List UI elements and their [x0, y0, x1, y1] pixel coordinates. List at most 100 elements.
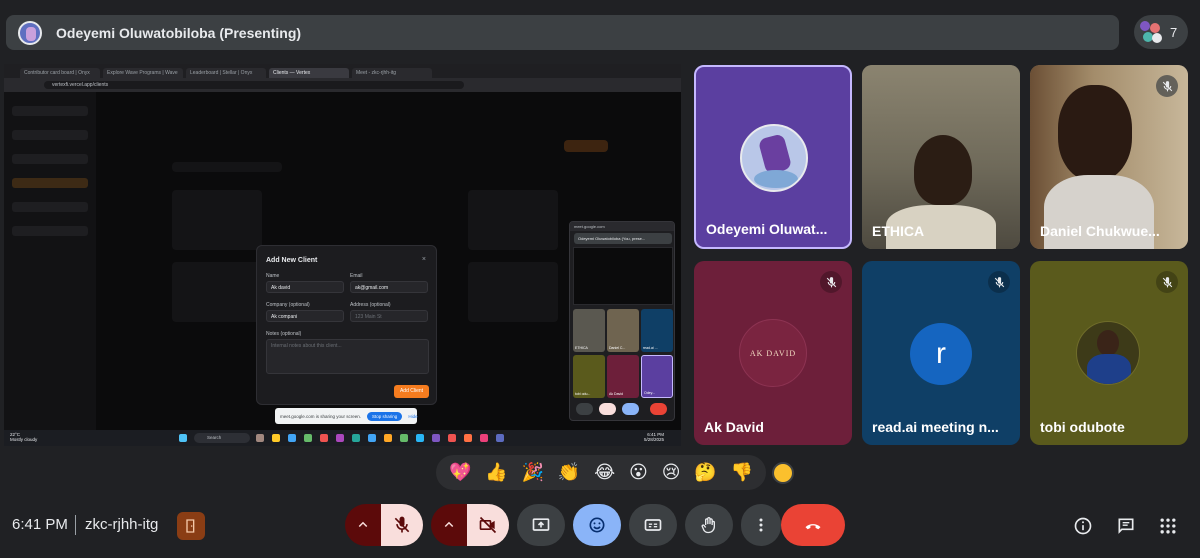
taskbar-clock: 6:41 PM 5/28/2025: [644, 432, 665, 442]
taskbar-app-icon: [336, 434, 344, 442]
add-client-modal: Add New Client × Name Ak david Email ak@…: [256, 245, 437, 405]
reaction-surprised[interactable]: 😮: [629, 462, 648, 483]
participant-avatar: [740, 124, 808, 192]
mic-off-icon: [394, 516, 410, 533]
mic-options-button[interactable]: [345, 504, 381, 546]
more-vert-icon: [759, 518, 763, 532]
participant-tile-odeyemi[interactable]: Odeyemi Oluwat...: [694, 65, 852, 249]
shared-screen: Contributor card board | Onyx Explore Wa…: [4, 64, 681, 446]
emoji-icon: [589, 517, 605, 533]
mic-off-indicator: [988, 271, 1010, 293]
captions-icon: [644, 519, 662, 531]
stop-sharing-button: Stop sharing: [367, 411, 403, 421]
participant-avatar: AK DAVID: [739, 319, 807, 387]
notes-field: Internal notes about this client...: [266, 339, 429, 374]
mic-toggle-button[interactable]: [381, 504, 423, 546]
taskbar-app-icon: [416, 434, 424, 442]
name-field: Ak david: [266, 281, 344, 293]
reaction-party[interactable]: 🎉: [522, 462, 544, 483]
reaction-laugh[interactable]: 😂: [594, 462, 615, 483]
sharing-toast: meet.google.com is sharing your screen. …: [275, 408, 418, 424]
participant-name: read.ai meeting n...: [872, 419, 999, 435]
taskbar-app-icon: [448, 434, 456, 442]
browser-tab: Leaderboard | Stellar | Onyx: [186, 68, 266, 78]
skin-tone-picker[interactable]: [772, 462, 794, 484]
camera-toggle-button[interactable]: [467, 504, 509, 546]
reaction-thumbs-down[interactable]: 👎: [731, 462, 753, 483]
participant-tile-readai[interactable]: r read.ai meeting n...: [862, 261, 1020, 445]
participant-avatar: [1076, 321, 1140, 385]
mini-tile: Daniel C...: [607, 309, 639, 352]
notes-label: Notes (optional): [266, 331, 302, 337]
reaction-thinking[interactable]: 🤔: [694, 462, 716, 483]
participant-tile-tobi[interactable]: tobi odubote: [1030, 261, 1188, 445]
ak-david-logo: AK DAVID: [749, 348, 797, 358]
windows-taskbar: 22°C Mostly cloudy Search 6:41 PM 5/28/2…: [4, 430, 681, 446]
company-field: Ak compani: [266, 310, 344, 322]
chat-icon: [1118, 518, 1134, 534]
raise-hand-icon: [701, 517, 715, 534]
mic-off-icon: [994, 276, 1004, 287]
participant-tile-ethica[interactable]: ETHICA: [862, 65, 1020, 249]
address-field: 123 Main St: [350, 310, 428, 322]
camera-control-group: [431, 504, 509, 546]
captions-button[interactable]: [629, 504, 677, 546]
present-screen-icon: [532, 518, 550, 531]
more-options-button[interactable]: [741, 504, 781, 546]
mic-control-group: [345, 504, 423, 546]
emoji-button[interactable]: [573, 504, 621, 546]
people-button[interactable]: 7: [1134, 15, 1188, 49]
mic-off-indicator: [1156, 75, 1178, 97]
meeting-clock: 6:41 PM: [12, 516, 68, 533]
mic-off-icon: [1162, 276, 1172, 287]
participant-name: ETHICA: [872, 223, 925, 239]
sharing-toast-text: meet.google.com is sharing your screen.: [280, 413, 362, 419]
call-end-icon: [805, 524, 821, 530]
mic-off-indicator: [1156, 271, 1178, 293]
presenting-banner[interactable]: Odeyemi Oluwatobiloba (Presenting): [6, 15, 1119, 50]
taskbar-search: Search: [194, 433, 250, 443]
info-icon: [1074, 517, 1092, 535]
address-label: Address (optional): [350, 302, 391, 308]
raise-hand-button[interactable]: [685, 504, 733, 546]
email-field: ak@gmail.com: [350, 281, 428, 293]
present-button[interactable]: [517, 504, 565, 546]
taskbar-app-icon: [288, 434, 296, 442]
participant-silhouette: [1058, 85, 1132, 181]
presenting-title: Odeyemi Oluwatobiloba (Presenting): [56, 24, 302, 41]
taskbar-app-icon: [304, 434, 312, 442]
chat-button[interactable]: [1115, 515, 1137, 537]
participant-avatar-letter: r: [910, 323, 972, 385]
end-call-button[interactable]: [781, 504, 845, 546]
browser-tab-strip: Contributor card board | Onyx Explore Wa…: [4, 64, 681, 78]
mini-meet-window: meet.google.com Odeyemi Oluwatobiloba (Y…: [569, 221, 675, 421]
door-icon[interactable]: [177, 512, 205, 540]
camera-options-button[interactable]: [431, 504, 467, 546]
meeting-info-button[interactable]: [1072, 515, 1094, 537]
taskbar-app-icon: [384, 434, 392, 442]
shared-app-sidebar: [4, 92, 96, 430]
participant-count: 7: [1170, 24, 1178, 40]
reaction-heart[interactable]: 💖: [449, 462, 471, 483]
taskbar-app-icon: [496, 434, 504, 442]
browser-tab: Contributor card board | Onyx: [20, 68, 100, 78]
participant-tile-daniel[interactable]: Daniel Chukwue...: [1030, 65, 1188, 249]
taskbar-app-icon: [368, 434, 376, 442]
taskbar-app-icon: [432, 434, 440, 442]
divider: [75, 515, 76, 535]
reaction-thumbs-up[interactable]: 👍: [485, 462, 507, 483]
mini-meet-presenting: Odeyemi Oluwatobiloba (You, prese...: [574, 233, 672, 244]
taskbar-app-icon: [480, 434, 488, 442]
reaction-clap[interactable]: 👏: [558, 462, 580, 483]
taskbar-app-icon: [464, 434, 472, 442]
modal-title: Add New Client: [266, 257, 318, 264]
add-client-button: Add Client: [394, 385, 429, 398]
participant-name: Ak David: [704, 419, 764, 435]
browser-tab: Explore Wave Programs | Wave: [103, 68, 183, 78]
activities-button[interactable]: [1157, 515, 1179, 537]
presenter-avatar: [18, 20, 42, 45]
mic-off-icon: [826, 276, 836, 287]
reaction-sad[interactable]: 😢: [662, 462, 681, 483]
participant-tile-ak-david[interactable]: AK DAVID Ak David: [694, 261, 852, 445]
taskbar-app-icon: [400, 434, 408, 442]
